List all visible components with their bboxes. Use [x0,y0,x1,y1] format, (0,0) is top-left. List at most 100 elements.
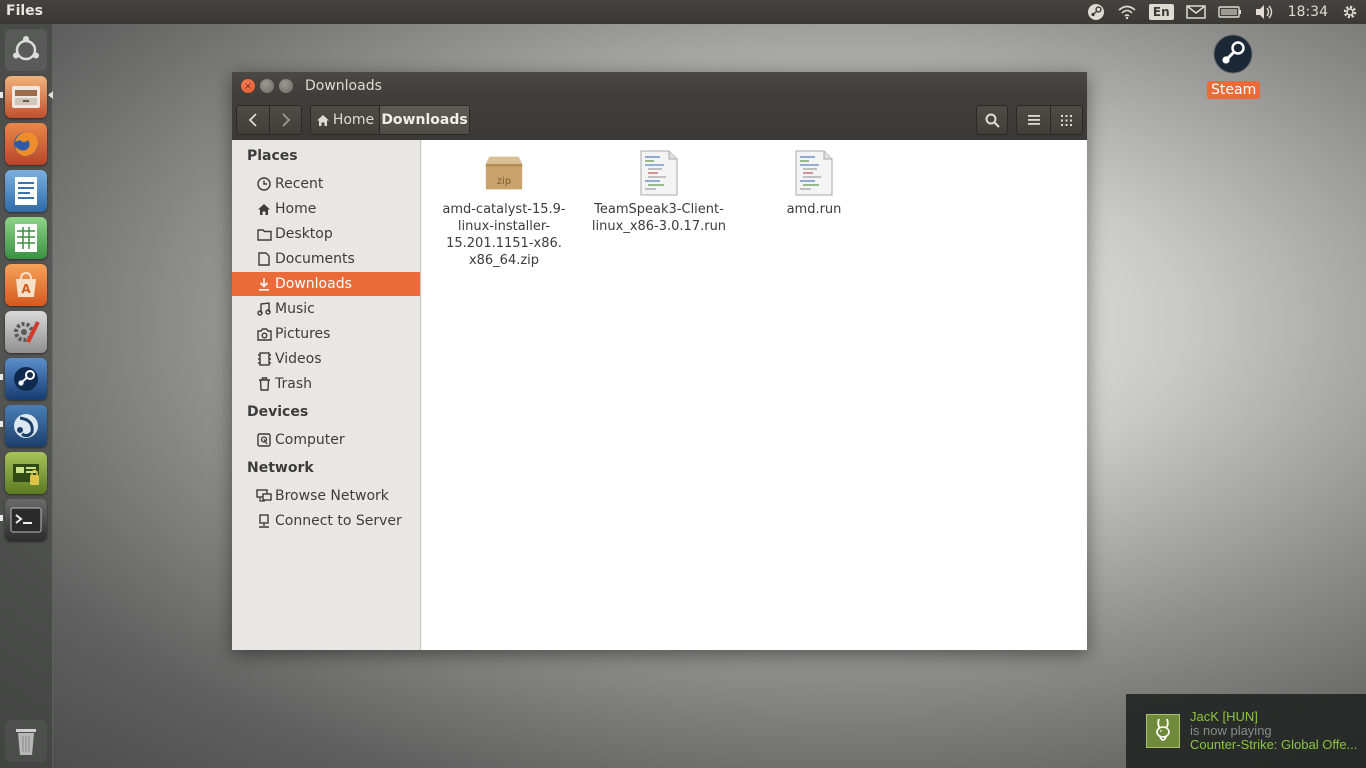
libreoffice-writer-icon[interactable] [5,170,47,212]
dash-home-icon[interactable] [5,29,47,71]
network-icon [256,489,272,502]
view-buttons [1016,105,1083,135]
system-tray: En 18:34 [1075,0,1366,24]
sidebar: Places Recent Home Desktop Documents Dow… [232,140,421,650]
sidebar-item-trash[interactable]: Trash [232,372,420,396]
file-name: amd-catalyst-15.9- linux-installer- 15.2… [434,201,574,269]
home-icon [258,203,270,215]
sidebar-item-recent[interactable]: Recent [232,172,420,196]
chevron-right-icon [281,113,290,127]
sidebar-item-label: Videos [275,351,322,367]
battery-icon[interactable] [1217,0,1242,24]
trash-icon [258,377,270,391]
breadcrumb-downloads[interactable]: Downloads [379,106,469,134]
desktop-steam-label: Steam [1207,81,1261,99]
file-name-line: amd-catalyst-15.9- [442,202,566,217]
zip-archive-icon: zip [484,150,524,196]
sidebar-item-downloads[interactable]: Downloads [232,272,420,296]
toolbar: Home Downloads [232,100,1087,140]
sidebar-item-label: Documents [275,251,355,267]
volume-icon[interactable] [1254,0,1274,24]
steam-running-indicator [0,374,3,380]
sidebar-item-desktop[interactable]: Desktop [232,222,420,246]
terminal-running-indicator [0,515,3,521]
sidebar-item-videos[interactable]: Videos [232,347,420,371]
close-window-button[interactable]: × [241,79,255,93]
sidebar-item-label: Browse Network [275,488,389,504]
sidebar-item-browse-network[interactable]: Browse Network [232,484,420,508]
history-buttons [236,105,302,135]
file-name: amd.run [744,201,884,218]
sidebar-item-label: Recent [275,176,324,192]
trash-launcher-icon[interactable] [5,720,47,762]
avatar [1146,714,1180,748]
bunny-avatar-icon [1156,718,1170,741]
file-name-line: amd.run [786,202,842,217]
sidebar-item-home[interactable]: Home [232,197,420,221]
chevron-left-icon [248,113,257,127]
additional-drivers-icon[interactable] [5,452,47,494]
desktop-steam-shortcut[interactable]: Steam [1207,33,1261,99]
teamspeak-icon[interactable] [5,405,47,447]
sidebar-item-label: Connect to Server [275,513,402,529]
window-titlebar[interactable]: × Downloads [232,72,1087,100]
search-button-group [976,105,1008,135]
grid-view-button[interactable] [1050,106,1082,134]
file-name-line: x86_64.zip [468,253,540,268]
file-name-line: linux-installer- [457,219,551,234]
keyboard-layout-label: En [1148,4,1174,20]
server-icon [259,514,269,528]
back-button[interactable] [237,106,269,134]
file-view[interactable]: zip amd-catalyst-15.9- linux-installer- … [422,140,1087,650]
sidebar-item-documents[interactable]: Documents [232,247,420,271]
forward-button[interactable] [269,106,301,134]
software-center-icon[interactable]: A [5,264,47,306]
sidebar-item-label: Desktop [275,226,333,242]
friend-status: is now playing [1190,723,1272,738]
keyboard-layout-indicator[interactable]: En [1148,0,1174,24]
sidebar-item-label: Downloads [275,276,352,292]
breadcrumb-home[interactable]: Home [311,106,379,134]
gear-icon[interactable] [1342,0,1358,24]
steam-launcher-icon[interactable] [5,358,47,400]
file-name-line: linux_x86-3.0.17.run [591,219,727,234]
breadcrumb: Home Downloads [310,105,470,135]
maximize-window-button[interactable] [279,79,293,93]
breadcrumb-home-label: Home [332,112,375,128]
sidebar-item-label: Computer [275,432,345,448]
devices-heading: Devices [247,404,309,420]
libreoffice-calc-icon[interactable] [5,217,47,259]
download-icon [259,278,269,291]
network-heading: Network [247,460,314,476]
sidebar-item-connect-to-server[interactable]: Connect to Server [232,509,420,533]
minimize-window-button[interactable] [260,79,274,93]
app-name: Files [6,3,43,19]
wifi-icon[interactable] [1117,0,1137,24]
file-name-line: 15.201.1151-x86. [446,236,562,251]
script-file-icon [794,150,834,196]
clock-icon [257,177,271,191]
file-item[interactable]: zip amd-catalyst-15.9- linux-installer- … [434,150,574,269]
list-icon [1027,115,1040,125]
teamspeak-running-indicator [0,421,3,427]
files-launcher-icon[interactable] [5,76,47,118]
list-view-button[interactable] [1017,106,1050,134]
terminal-icon[interactable] [5,499,47,541]
steam-icon [1213,34,1253,74]
clock[interactable]: 18:34 [1288,0,1328,24]
mail-icon[interactable] [1185,0,1206,24]
file-manager-window: × Downloads Home Downloads Places Recent… [232,72,1087,650]
system-settings-icon[interactable] [5,311,47,353]
file-item[interactable]: TeamSpeak3-Client- linux_x86-3.0.17.run [589,150,729,235]
file-item[interactable]: amd.run [744,150,884,218]
steam-tray-icon[interactable] [1087,0,1105,24]
game-name: Counter-Strike: Global Offe... [1190,737,1358,752]
camera-icon [256,327,272,341]
search-button[interactable] [977,106,1007,134]
sidebar-item-computer[interactable]: Computer [232,428,420,452]
sidebar-item-pictures[interactable]: Pictures [232,322,420,346]
places-heading: Places [247,148,298,164]
steam-notification[interactable]: JacK [HUN] is now playing Counter-Strike… [1126,694,1366,768]
firefox-icon[interactable] [5,123,47,165]
sidebar-item-music[interactable]: Music [232,297,420,321]
